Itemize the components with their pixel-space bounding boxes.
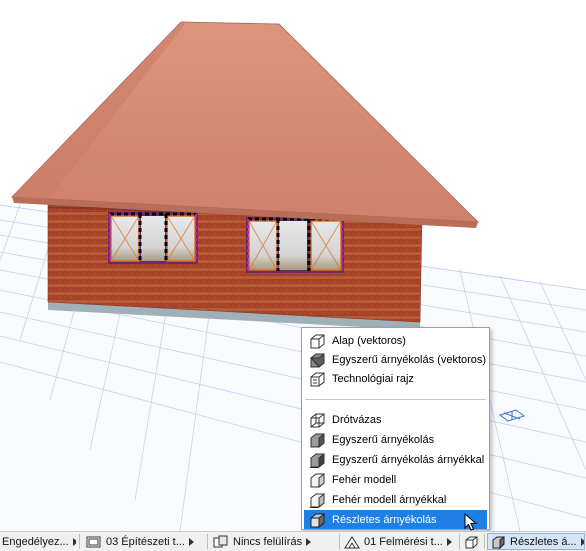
renovation-filter-selector[interactable]: 01 Felmérési t... <box>344 533 456 550</box>
triangle-right-icon <box>580 537 584 546</box>
permit-selector[interactable]: Engedélyez... <box>2 533 76 550</box>
divider <box>207 534 208 549</box>
menu-item-simple-shading[interactable]: Egyszerű árnyékolás <box>304 430 487 449</box>
menu-item-simple-shading-vector[interactable]: Egyszerű árnyékolás (vektoros) <box>304 350 487 369</box>
3d-cube-icon <box>465 536 478 548</box>
menu-item-simple-shading-shadow[interactable]: Egyszerű árnyékolás árnyékkal <box>304 450 487 469</box>
simple-shading-shadow-icon <box>309 452 325 468</box>
divider <box>79 534 80 549</box>
detailed-shading-icon <box>492 535 505 549</box>
graphic-override-selector[interactable]: Nincs felülírás <box>213 533 337 550</box>
wireframe-icon <box>310 413 325 427</box>
graphic-override-icon <box>213 535 228 547</box>
3d-viewport[interactable] <box>0 0 586 531</box>
triangle-right-icon <box>446 537 452 546</box>
simple-shading-vector-icon <box>309 352 325 368</box>
renovation-filter-icon <box>344 535 360 548</box>
divider <box>484 534 485 549</box>
menu-item-white-model[interactable]: Fehér modell <box>304 470 487 489</box>
menu-separator <box>305 399 486 400</box>
mouse-cursor-icon <box>464 513 478 531</box>
divider <box>459 534 460 549</box>
menu-item-white-model-shadow[interactable]: Fehér modell árnyékkal <box>304 490 487 509</box>
triangle-right-icon <box>188 537 194 546</box>
menu-item-technical-drawing[interactable]: Technológiai rajz <box>304 369 487 388</box>
triangle-right-icon <box>72 537 76 546</box>
window-right <box>246 217 344 273</box>
3d-cube-button[interactable] <box>463 533 483 550</box>
white-model-shadow-icon <box>309 492 325 508</box>
triangle-right-icon <box>306 537 312 546</box>
render-mode-menu: Alap (vektoros) Egyszerű árnyékolás (vek… <box>301 327 490 530</box>
render-mode-selector[interactable]: Részletes á... <box>487 533 585 550</box>
white-model-icon <box>310 472 325 488</box>
layer-combination-icon <box>86 536 101 547</box>
menu-item-detailed-shading[interactable]: Részletes árnyékolás <box>304 510 487 529</box>
roof <box>11 21 480 223</box>
basic-vector-render-icon <box>310 334 325 348</box>
3d-scene <box>0 21 586 531</box>
status-bar: Engedélyez... 03 Építészeti t... Nincs f… <box>0 531 586 551</box>
window-left <box>108 212 198 264</box>
layer-combination-selector[interactable]: 03 Építészeti t... <box>86 533 205 550</box>
simple-shading-icon <box>310 432 325 448</box>
menu-item-wireframe[interactable]: Drótvázas <box>304 410 487 429</box>
detailed-shading-icon <box>310 512 325 528</box>
technical-drawing-icon <box>310 372 325 386</box>
divider <box>339 534 340 549</box>
menu-item-basic-vector[interactable]: Alap (vektoros) <box>304 331 487 350</box>
